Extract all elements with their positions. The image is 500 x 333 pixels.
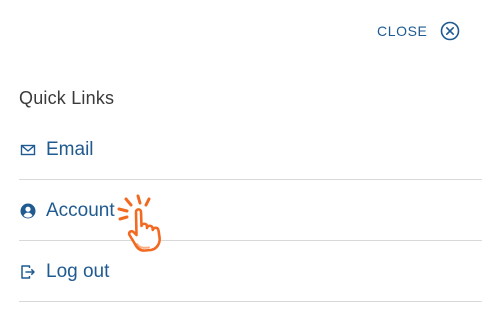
close-button[interactable]: CLOSE	[377, 20, 460, 42]
pointer-hand-icon	[116, 194, 180, 254]
quick-link-account[interactable]: Account	[19, 181, 482, 241]
quick-link-email-label: Email	[46, 138, 94, 160]
user-circle-icon	[20, 203, 36, 219]
mail-icon	[20, 142, 36, 158]
close-label: CLOSE	[377, 23, 428, 39]
quick-links-panel: CLOSE Quick Links Email Account Log out	[0, 0, 500, 333]
quick-link-email[interactable]: Email	[19, 120, 482, 180]
quick-links-heading: Quick Links	[19, 88, 115, 108]
close-circle-icon[interactable]	[440, 21, 460, 41]
logout-icon	[20, 264, 36, 280]
quick-link-logout-label: Log out	[46, 260, 110, 282]
quick-link-logout[interactable]: Log out	[19, 242, 482, 302]
quick-link-account-label: Account	[46, 199, 115, 221]
